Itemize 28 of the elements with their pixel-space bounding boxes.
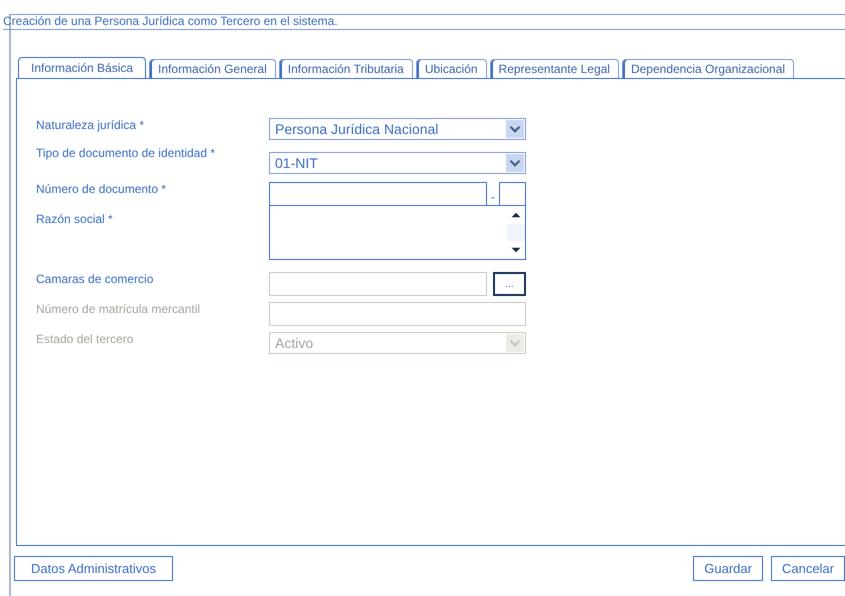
tab[interactable]: Representante Legal — [490, 59, 619, 78]
field-label: Estado del tercero — [36, 332, 134, 346]
tab[interactable]: Ubicación — [416, 59, 487, 78]
scroll-up-icon[interactable] — [507, 206, 525, 224]
field-label: Número de documento * — [36, 182, 168, 196]
tab[interactable]: Información General — [149, 59, 276, 78]
check-digit-field[interactable] — [499, 182, 526, 206]
admin-data-button[interactable]: Datos Administrativos — [14, 556, 173, 581]
dropdown[interactable]: Persona Jurídica Nacional — [269, 118, 526, 140]
text-area[interactable] — [269, 205, 526, 260]
tab[interactable]: Dependencia Organizacional — [622, 59, 794, 78]
field-label: Camaras de comercio — [36, 272, 154, 286]
dropdown[interactable]: 01-NIT — [269, 152, 526, 174]
field-label: Número de matrícula mercantil — [36, 302, 202, 316]
field-label: Razón social * — [36, 212, 114, 226]
separator: - — [490, 189, 496, 204]
scrollbar[interactable] — [507, 206, 525, 259]
tab[interactable]: Información Tributaria — [278, 59, 413, 78]
document-number-field[interactable] — [269, 182, 487, 206]
field-label: Naturaleza jurídica * — [36, 118, 146, 132]
action-button[interactable]: Guardar — [693, 556, 763, 581]
scroll-down-icon[interactable] — [507, 241, 525, 259]
field-label: Tipo de documento de identidad * — [36, 146, 216, 160]
form-title: Creación de una Persona Jurídica como Tercero en el sistema. — [3, 15, 845, 30]
tab[interactable]: Información Básica — [18, 57, 146, 78]
action-button[interactable]: Cancelar — [770, 556, 845, 581]
chamber-field[interactable] — [269, 272, 487, 296]
browse-button[interactable]: ... — [493, 272, 526, 296]
